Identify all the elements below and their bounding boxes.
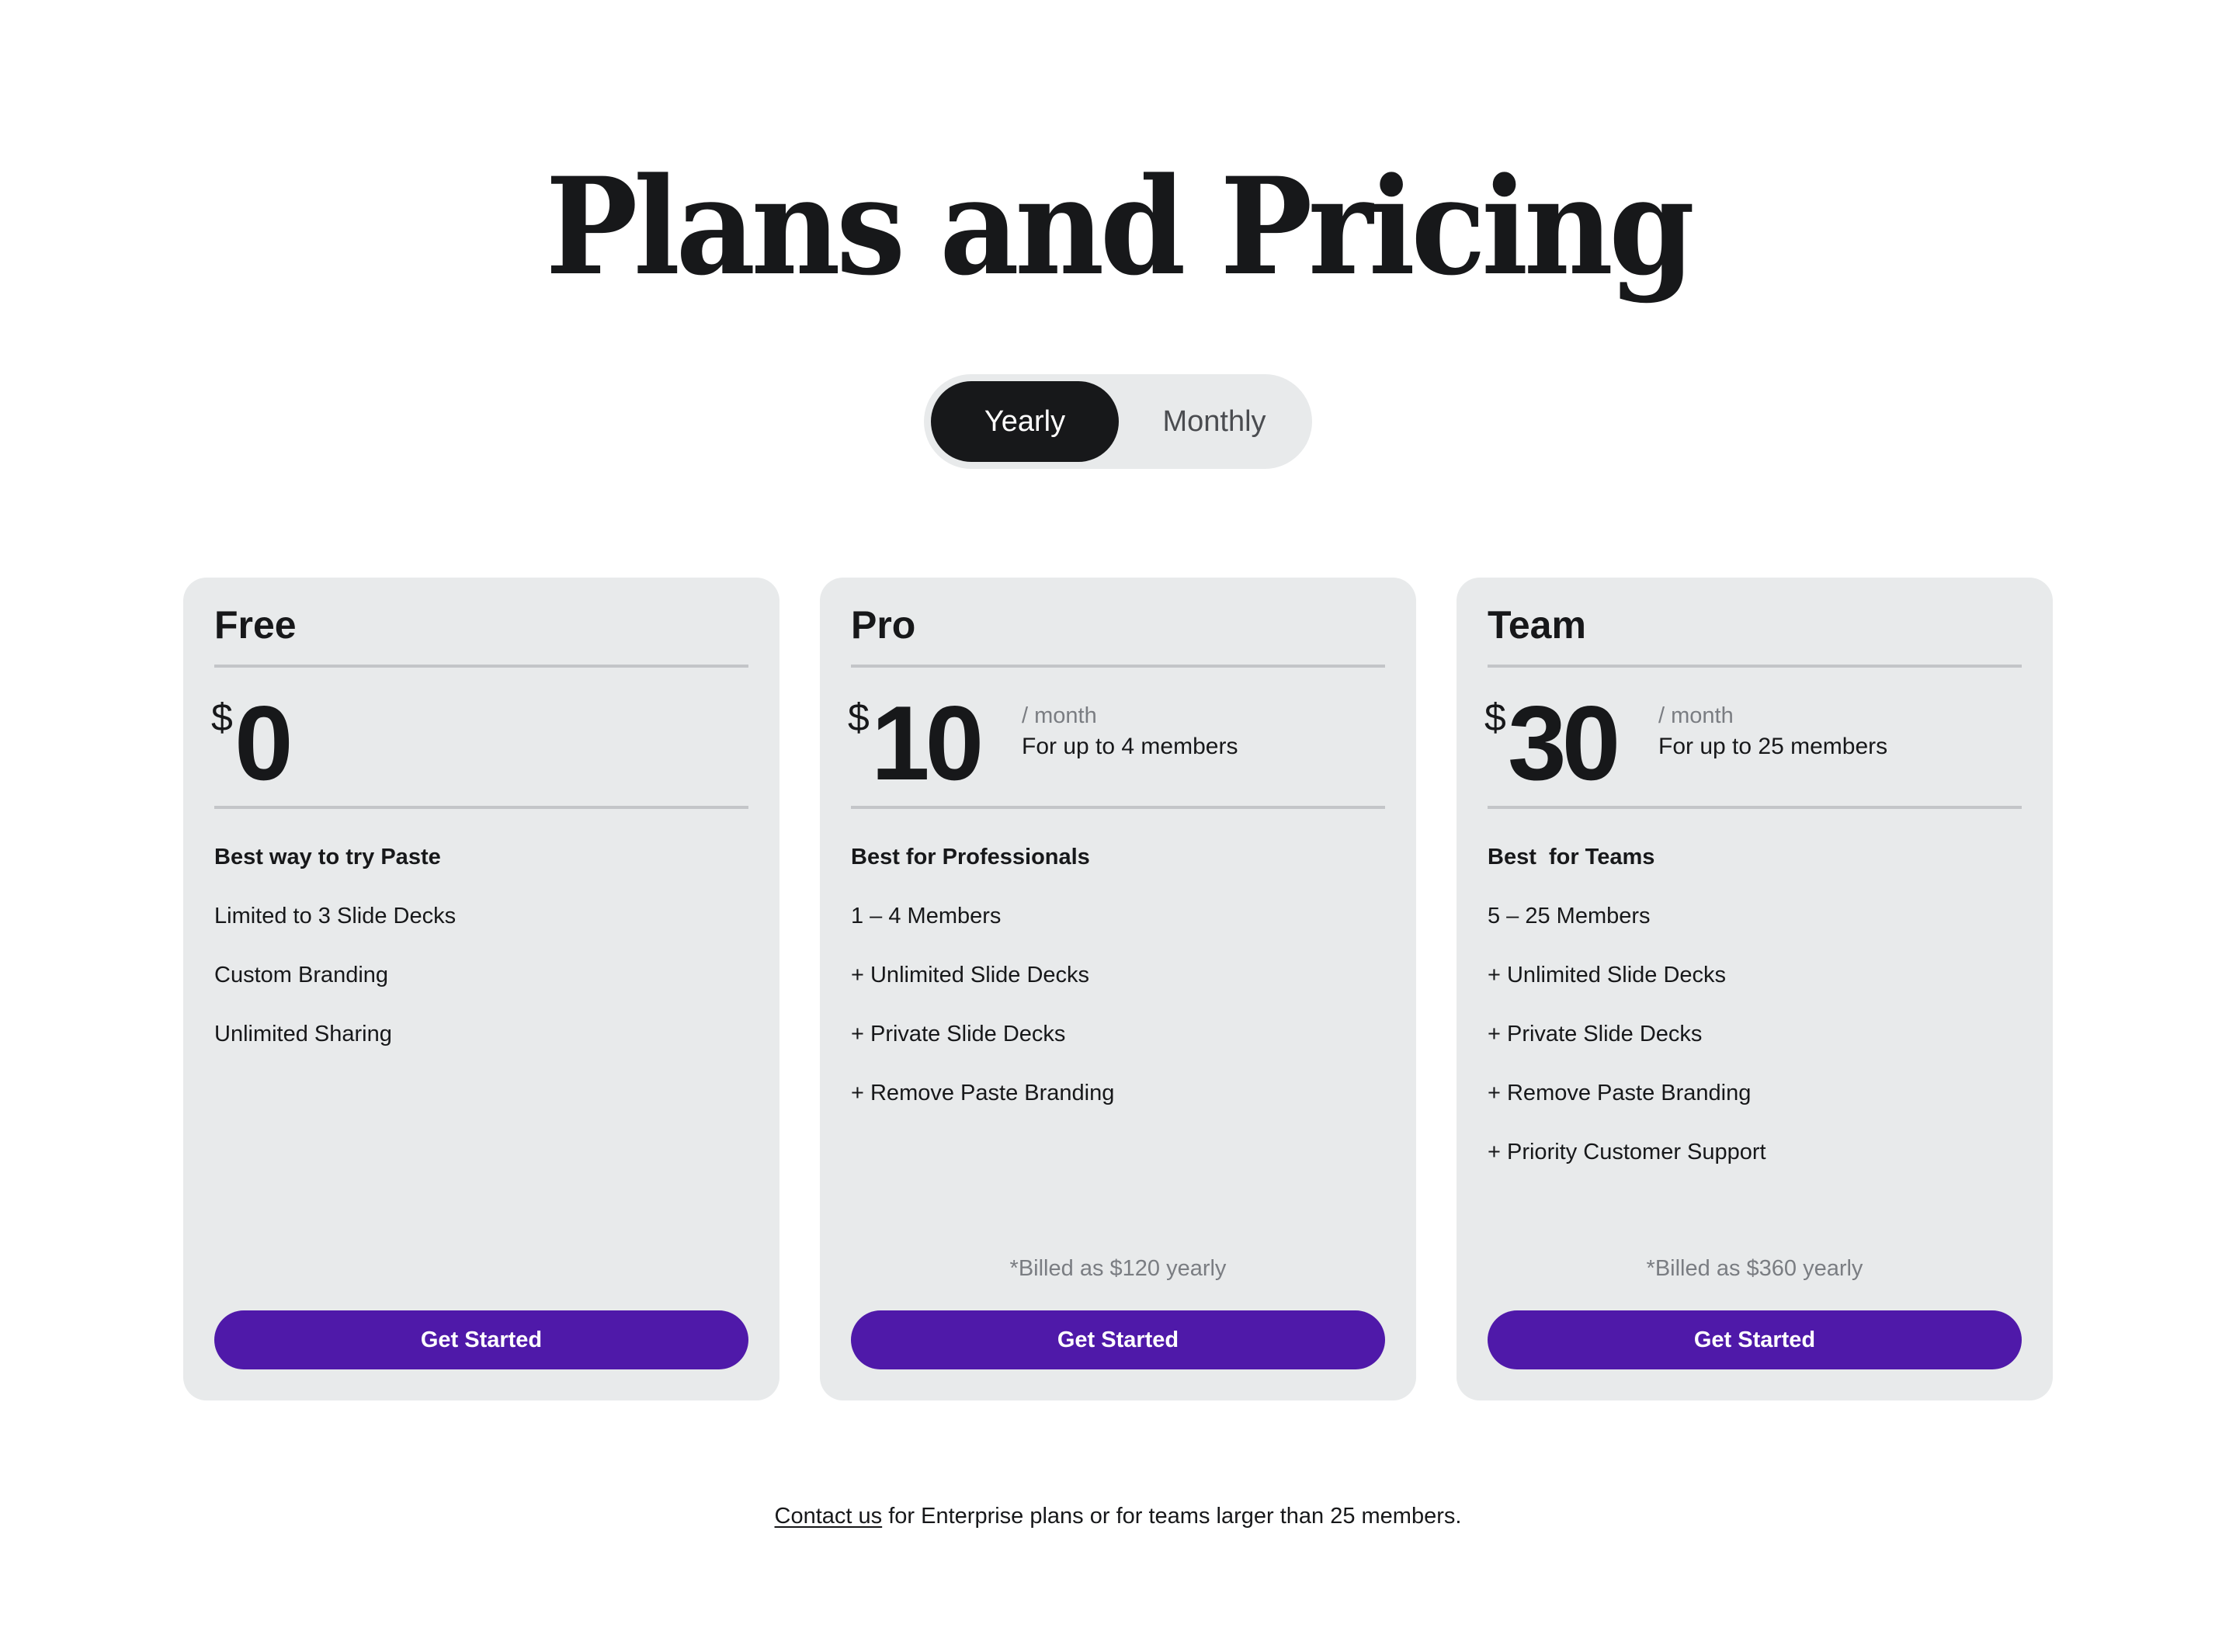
feature-list: Best way to try Paste Limited to 3 Slide… (214, 842, 456, 1078)
toggle-option-monthly[interactable]: Monthly (1123, 381, 1306, 462)
feature-item: Custom Branding (214, 963, 389, 987)
member-limit: For up to 4 members (1022, 734, 1238, 759)
feature-item: + Remove Paste Branding (1488, 1081, 1752, 1105)
feature-item: + Remove Paste Branding (851, 1081, 1115, 1105)
billed-note: *Billed as $120 yearly (1009, 1256, 1227, 1281)
price-amount: 30 (1508, 684, 1620, 802)
feature-item: 5 – 25 Members (1488, 904, 1651, 928)
divider (851, 806, 1385, 809)
plan-card-free: Free $ 0 Best way to try Paste Limited t… (183, 578, 779, 1400)
feature-item: + Priority Customer Support (1488, 1140, 1766, 1164)
get-started-button[interactable]: Get Started (851, 1310, 1385, 1369)
currency-symbol: $ (1484, 696, 1506, 739)
feature-item: Unlimited Sharing (214, 1022, 392, 1046)
plan-name: Pro (851, 603, 916, 647)
plan-card-team: Team $ 30 / month For up to 25 members B… (1457, 578, 2053, 1400)
plan-headline: Best for Teams (1488, 845, 1655, 869)
billed-note: *Billed as $360 yearly (1646, 1256, 1863, 1281)
divider (214, 806, 748, 809)
member-limit: For up to 25 members (1658, 734, 1888, 759)
page-title: Plans and Pricing (545, 148, 1695, 305)
toggle-option-yearly[interactable]: Yearly (931, 381, 1119, 462)
get-started-button[interactable]: Get Started (1488, 1310, 2022, 1369)
price-amount: 10 (871, 684, 984, 802)
plan-headline: Best for Professionals (851, 845, 1090, 869)
price-details: / month For up to 25 members (1658, 700, 1887, 762)
plan-name: Team (1488, 603, 1586, 647)
currency-symbol: $ (211, 696, 233, 739)
price-details: / month For up to 4 members (1022, 700, 1238, 762)
price-amount: 0 (234, 684, 293, 802)
feature-item: Limited to 3 Slide Decks (214, 904, 457, 928)
billing-period-toggle[interactable]: Yearly Monthly (924, 374, 1312, 469)
plan-headline: Best way to try Paste (214, 845, 441, 869)
contact-us-link[interactable]: Contact us (775, 1504, 883, 1529)
feature-item: + Private Slide Decks (1488, 1022, 1703, 1046)
get-started-button[interactable]: Get Started (214, 1310, 748, 1369)
divider (214, 665, 748, 668)
feature-item: + Unlimited Slide Decks (851, 963, 1090, 987)
billing-period: / month (1658, 703, 1734, 728)
feature-item: + Private Slide Decks (851, 1022, 1066, 1046)
feature-item: 1 – 4 Members (851, 904, 1002, 928)
billing-period: / month (1022, 703, 1097, 728)
feature-item: + Unlimited Slide Decks (1488, 963, 1727, 987)
divider (1488, 665, 2022, 668)
plan-name: Free (214, 603, 297, 647)
feature-list: Best for Professionals 1 – 4 Members + U… (851, 842, 1114, 1137)
divider (851, 665, 1385, 668)
currency-symbol: $ (848, 696, 870, 739)
feature-list: Best for Teams 5 – 25 Members + Unlimite… (1488, 842, 1766, 1196)
divider (1488, 806, 2022, 809)
enterprise-note-text: for Enterprise plans or for teams larger… (882, 1504, 1462, 1529)
enterprise-note: Contact us for Enterprise plans or for t… (0, 1501, 2236, 1532)
plan-card-pro: Pro $ 10 / month For up to 4 members Bes… (820, 578, 1416, 1400)
